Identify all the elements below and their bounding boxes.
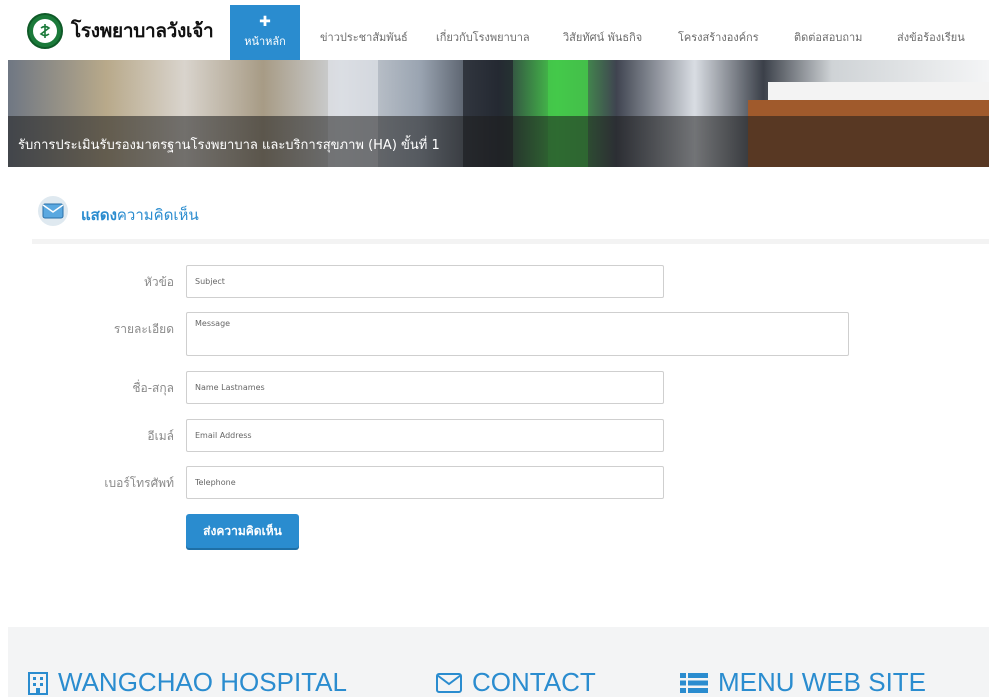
hospital-logo-icon [27,13,63,49]
footer-menu-title: MENU WEB SITE [718,667,927,697]
message-textarea[interactable] [186,312,849,356]
footer-menu-heading: MENU WEB SITE [680,667,926,697]
plus-icon: ✚ [259,14,271,30]
section-heading: แสดงความคิดเห็น [32,188,989,244]
nav-complaint[interactable]: ส่งข้อร้องเรียน [897,28,965,46]
message-label: รายละเอียด [113,322,174,336]
nav-about[interactable]: เกี่ยวกับโรงพยาบาล [436,28,530,46]
phone-input[interactable] [186,466,664,499]
subject-label: หัวข้อ [143,275,174,289]
top-navbar: โรงพยาบาลวังเจ้า ✚ หน้าหลัก ข่าวประชาสัม… [0,0,989,60]
banner-caption-bar: รับการประเมินรับรองมาตรฐานโรงพยาบาล และบ… [8,116,989,167]
brand-name: โรงพยาบาลวังเจ้า [71,20,214,42]
main-nav: ✚ หน้าหลัก [230,5,300,60]
nav-home[interactable]: ✚ หน้าหลัก [230,5,300,60]
footer-contact-title: CONTACT [472,667,596,697]
list-icon [680,672,708,693]
nav-structure[interactable]: โครงสร้างองค์กร [678,28,759,46]
hospital-building-icon [28,671,48,695]
section-title-rest: ความคิดเห็น [116,206,199,224]
subject-input[interactable] [186,265,664,298]
nav-vision[interactable]: วิสัยทัศน์ พันธกิจ [563,28,642,46]
nav-contact[interactable]: ติดต่อสอบถาม [794,28,862,46]
section-title: แสดงความคิดเห็น [81,203,199,227]
footer-hospital-heading: WANGCHAO HOSPITAL [28,667,347,697]
hero-banner: รับการประเมินรับรองมาตรฐานโรงพยาบาล และบ… [8,60,989,167]
phone-label: เบอร์โทรศัพท์ [104,476,174,490]
name-input[interactable] [186,371,664,404]
nav-news[interactable]: ข่าวประชาสัมพันธ์ [320,28,408,46]
footer: WANGCHAO HOSPITAL CONTACT MENU WEB SITE [8,627,989,697]
banner-caption: รับการประเมินรับรองมาตรฐานโรงพยาบาล และบ… [18,138,440,153]
email-label: อีเมล์ [147,429,174,443]
email-input[interactable] [186,419,664,452]
footer-contact-heading: CONTACT [436,667,596,697]
envelope-icon [436,672,462,693]
mail-icon [38,196,68,226]
section-title-bold: แสดง [81,206,117,224]
nav-home-label: หน้าหลัก [244,35,286,48]
brand[interactable]: โรงพยาบาลวังเจ้า [27,12,214,50]
footer-hospital-title: WANGCHAO HOSPITAL [58,667,347,697]
submit-feedback-button[interactable]: ส่งความคิดเห็น [186,514,299,548]
name-label: ชื่อ-สกุล [132,381,174,395]
